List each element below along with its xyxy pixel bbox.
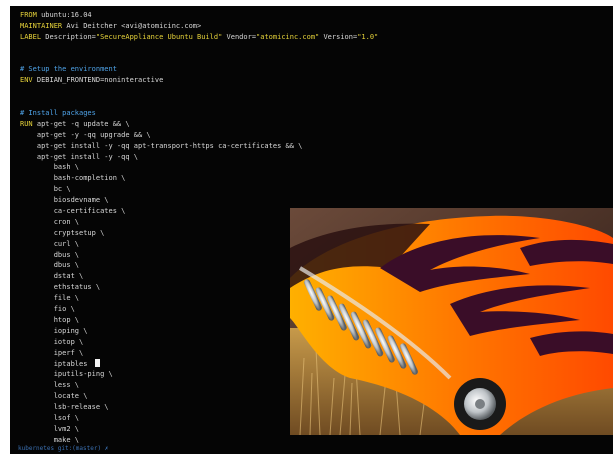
code-line: bash-completion \ xyxy=(20,173,378,184)
code-line: apt-get -y -qq upgrade && \ xyxy=(20,130,378,141)
code-token: iotop \ xyxy=(20,337,84,346)
code-line: apt-get install -y -qq \ xyxy=(20,152,378,163)
code-token: # Setup the environment xyxy=(20,65,117,74)
code-token: apt-get install -y -qq apt-transport-htt… xyxy=(20,141,303,150)
code-token: cron \ xyxy=(20,217,80,226)
code-token: "SecureAppliance Ubuntu Build" xyxy=(95,32,223,41)
code-line: apt-get install -y -qq apt-transport-htt… xyxy=(20,141,378,152)
code-token: ioping \ xyxy=(20,326,88,335)
code-line: bash \ xyxy=(20,162,378,173)
code-token: "1.0" xyxy=(357,32,379,41)
code-line: RUN apt-get -q update && \ xyxy=(20,119,378,130)
code-token: bash \ xyxy=(20,163,80,172)
code-token: bash-completion \ xyxy=(20,174,126,183)
code-token: Version= xyxy=(319,32,358,41)
code-token: apt-get -y -qq upgrade && \ xyxy=(20,130,151,139)
code-token: make \ xyxy=(20,435,80,444)
code-token: iputils-ping \ xyxy=(20,370,113,379)
code-line: # Setup the environment xyxy=(20,64,378,75)
code-line: FROM ubuntu:16.04 xyxy=(20,10,378,21)
code-token: ENV xyxy=(20,76,37,85)
code-token: ethstatus \ xyxy=(20,283,101,292)
code-token: "atomicinc.com" xyxy=(256,32,320,41)
code-token: locate \ xyxy=(20,392,88,401)
code-token: ca-certificates \ xyxy=(20,207,126,216)
code-line: # Install packages xyxy=(20,108,378,119)
code-token: dbus \ xyxy=(20,250,80,259)
code-token: bc \ xyxy=(20,185,71,194)
code-token: biosdevname \ xyxy=(20,196,109,205)
code-token: dbus \ xyxy=(20,261,80,270)
code-token: curl \ xyxy=(20,239,80,248)
hot-rod-flames-image xyxy=(290,208,613,435)
code-token: ubuntu:16.04 xyxy=(41,11,92,19)
code-token: htop \ xyxy=(20,315,80,324)
code-line: make \ xyxy=(20,435,378,446)
code-token: apt-get install -y -qq \ xyxy=(20,152,139,161)
code-token: Vendor= xyxy=(222,32,257,41)
code-token: less \ xyxy=(20,381,80,390)
code-token: cryptsetup \ xyxy=(20,228,105,237)
code-token: lvm2 \ xyxy=(20,424,80,433)
code-token: LABEL xyxy=(20,32,46,41)
code-line: LABEL Description="SecureAppliance Ubunt… xyxy=(20,32,378,43)
code-line: bc \ xyxy=(20,184,378,195)
code-token: dstat \ xyxy=(20,272,84,281)
text-cursor xyxy=(94,358,100,367)
code-token: lsof \ xyxy=(20,413,80,422)
code-token: FROM xyxy=(20,11,42,19)
code-token: RUN xyxy=(20,119,37,128)
shell-prompt-status: kubernetes git:(master) ✗ xyxy=(18,445,109,452)
code-token: DEBIAN_FRONTEND=noninteractive xyxy=(36,76,164,85)
code-token: file \ xyxy=(20,294,80,303)
code-token: # Install packages xyxy=(20,109,96,118)
hot-rod-photo xyxy=(290,208,613,435)
code-token: Description= xyxy=(45,32,96,41)
code-token: MAINTAINER xyxy=(20,21,67,30)
code-line: biosdevname \ xyxy=(20,195,378,206)
code-token: Avi Deitcher <avi@atomicinc.com> xyxy=(66,21,202,30)
code-token: iptables xyxy=(20,359,92,368)
code-token: lsb-release \ xyxy=(20,403,109,412)
code-line: MAINTAINER Avi Deitcher <avi@atomicinc.c… xyxy=(20,21,378,32)
code-token: iperf \ xyxy=(20,348,84,357)
code-line: ENV DEBIAN_FRONTEND=noninteractive xyxy=(20,75,378,86)
code-token: fio \ xyxy=(20,305,75,314)
code-token: apt-get -q update && \ xyxy=(36,119,130,128)
